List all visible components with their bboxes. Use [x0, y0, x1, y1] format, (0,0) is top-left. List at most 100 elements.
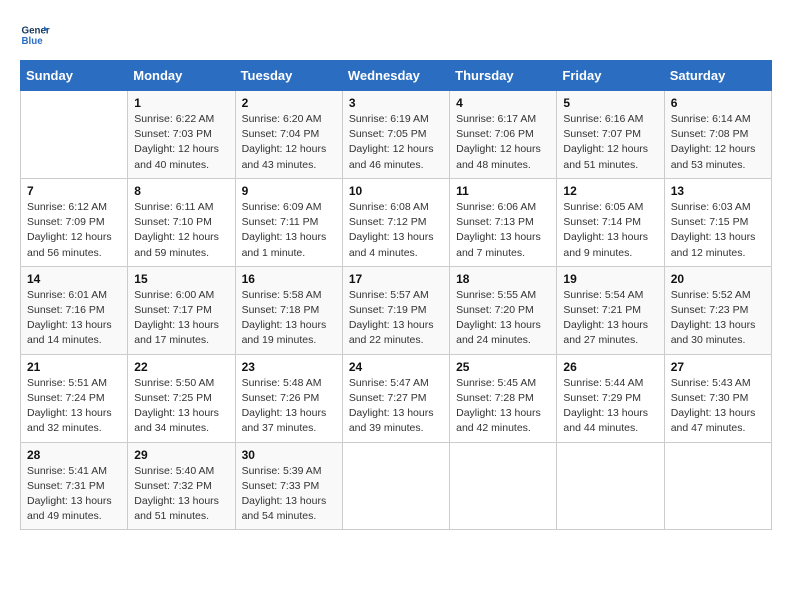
day-number: 5 [563, 96, 657, 110]
day-detail: Sunrise: 5:40 AM Sunset: 7:32 PM Dayligh… [134, 464, 228, 525]
day-detail: Sunrise: 6:22 AM Sunset: 7:03 PM Dayligh… [134, 112, 228, 173]
calendar-cell: 12Sunrise: 6:05 AM Sunset: 7:14 PM Dayli… [557, 178, 664, 266]
day-number: 17 [349, 272, 443, 286]
calendar-cell: 8 Sunrise: 6:11 AM Sunset: 7:10 PM Daylig… [128, 178, 235, 266]
day-number: 28 [27, 448, 121, 462]
calendar-cell: 7 Sunrise: 6:12 AM Sunset: 7:09 PM Daylig… [21, 178, 128, 266]
day-number: 19 [563, 272, 657, 286]
calendar-cell: 2 Sunrise: 6:20 AM Sunset: 7:04 PM Daylig… [235, 91, 342, 179]
day-number: 27 [671, 360, 765, 374]
day-number: 7 [27, 184, 121, 198]
day-detail: Sunrise: 5:48 AM Sunset: 7:26 PM Dayligh… [242, 376, 336, 437]
calendar-cell: 17 Sunrise: 5:57 AM Sunset: 7:19 PM Dayli… [342, 266, 449, 354]
day-number: 18 [456, 272, 550, 286]
calendar-cell: 15 Sunrise: 6:00 AM Sunset: 7:17 PM Dayli… [128, 266, 235, 354]
day-number: 25 [456, 360, 550, 374]
day-number: 16 [242, 272, 336, 286]
calendar-cell: 9 Sunrise: 6:09 AM Sunset: 7:11 PM Daylig… [235, 178, 342, 266]
day-number: 24 [349, 360, 443, 374]
day-number: 9 [242, 184, 336, 198]
weekday-header-tuesday: Tuesday [235, 61, 342, 91]
day-detail: Sunrise: 5:47 AM Sunset: 7:27 PM Dayligh… [349, 376, 443, 437]
calendar-cell: 13 Sunrise: 6:03 AM Sunset: 7:15 PM Dayli… [664, 178, 771, 266]
day-detail: Sunrise: 5:45 AM Sunset: 7:28 PM Dayligh… [456, 376, 550, 437]
calendar-cell: 24 Sunrise: 5:47 AM Sunset: 7:27 PM Dayli… [342, 354, 449, 442]
day-number: 1 [134, 96, 228, 110]
calendar-cell: 14 Sunrise: 6:01 AM Sunset: 7:16 PM Dayli… [21, 266, 128, 354]
calendar-cell: 1 Sunrise: 6:22 AM Sunset: 7:03 PM Daylig… [128, 91, 235, 179]
day-detail: Sunrise: 5:43 AM Sunset: 7:30 PM Dayligh… [671, 376, 765, 437]
day-detail: Sunrise: 5:54 AM Sunset: 7:21 PM Dayligh… [563, 288, 657, 349]
day-number: 13 [671, 184, 765, 198]
day-detail: Sunrise: 6:16 AM Sunset: 7:07 PM Dayligh… [563, 112, 657, 173]
day-detail: Sunrise: 5:51 AM Sunset: 7:24 PM Dayligh… [27, 376, 121, 437]
day-number: 2 [242, 96, 336, 110]
day-detail: Sunrise: 6:17 AM Sunset: 7:06 PM Dayligh… [456, 112, 550, 173]
logo-icon: General Blue [20, 20, 50, 50]
day-detail: Sunrise: 6:12 AM Sunset: 7:09 PM Dayligh… [27, 200, 121, 261]
day-number: 20 [671, 272, 765, 286]
day-detail: Sunrise: 5:41 AM Sunset: 7:31 PM Dayligh… [27, 464, 121, 525]
calendar-cell: 10 Sunrise: 6:08 AM Sunset: 7:12 PM Dayli… [342, 178, 449, 266]
day-detail: Sunrise: 6:14 AM Sunset: 7:08 PM Dayligh… [671, 112, 765, 173]
day-number: 10 [349, 184, 443, 198]
calendar-cell: 5 Sunrise: 6:16 AM Sunset: 7:07 PM Daylig… [557, 91, 664, 179]
calendar-cell [450, 442, 557, 530]
weekday-header-wednesday: Wednesday [342, 61, 449, 91]
calendar-cell: 19 Sunrise: 5:54 AM Sunset: 7:21 PM Dayli… [557, 266, 664, 354]
weekday-header-sunday: Sunday [21, 61, 128, 91]
weekday-header-thursday: Thursday [450, 61, 557, 91]
day-number: 6 [671, 96, 765, 110]
day-number: 4 [456, 96, 550, 110]
day-number: 23 [242, 360, 336, 374]
calendar-cell: 26Sunrise: 5:44 AM Sunset: 7:29 PM Dayli… [557, 354, 664, 442]
calendar-table: SundayMondayTuesdayWednesdayThursdayFrid… [20, 60, 772, 530]
day-detail: Sunrise: 6:00 AM Sunset: 7:17 PM Dayligh… [134, 288, 228, 349]
day-detail: Sunrise: 5:50 AM Sunset: 7:25 PM Dayligh… [134, 376, 228, 437]
calendar-cell [557, 442, 664, 530]
day-number: 30 [242, 448, 336, 462]
calendar-cell: 4 Sunrise: 6:17 AM Sunset: 7:06 PM Daylig… [450, 91, 557, 179]
day-detail: Sunrise: 6:09 AM Sunset: 7:11 PM Dayligh… [242, 200, 336, 261]
day-number: 22 [134, 360, 228, 374]
day-number: 14 [27, 272, 121, 286]
day-number: 21 [27, 360, 121, 374]
weekday-header-saturday: Saturday [664, 61, 771, 91]
calendar-cell: 22 Sunrise: 5:50 AM Sunset: 7:25 PM Dayli… [128, 354, 235, 442]
calendar-cell: 28 Sunrise: 5:41 AM Sunset: 7:31 PM Dayli… [21, 442, 128, 530]
day-detail: Sunrise: 5:52 AM Sunset: 7:23 PM Dayligh… [671, 288, 765, 349]
calendar-cell: 3Sunrise: 6:19 AM Sunset: 7:05 PM Daylig… [342, 91, 449, 179]
calendar-cell: 27 Sunrise: 5:43 AM Sunset: 7:30 PM Dayli… [664, 354, 771, 442]
day-number: 15 [134, 272, 228, 286]
calendar-cell: 20 Sunrise: 5:52 AM Sunset: 7:23 PM Dayli… [664, 266, 771, 354]
day-detail: Sunrise: 6:08 AM Sunset: 7:12 PM Dayligh… [349, 200, 443, 261]
svg-text:General: General [22, 26, 51, 37]
calendar-cell [342, 442, 449, 530]
calendar-cell: 30Sunrise: 5:39 AM Sunset: 7:33 PM Dayli… [235, 442, 342, 530]
day-number: 26 [563, 360, 657, 374]
calendar-cell [21, 91, 128, 179]
logo: General Blue [20, 20, 50, 50]
calendar-cell: 6 Sunrise: 6:14 AM Sunset: 7:08 PM Daylig… [664, 91, 771, 179]
svg-text:Blue: Blue [22, 36, 44, 47]
calendar-cell: 23 Sunrise: 5:48 AM Sunset: 7:26 PM Dayli… [235, 354, 342, 442]
weekday-header-monday: Monday [128, 61, 235, 91]
day-detail: Sunrise: 5:58 AM Sunset: 7:18 PM Dayligh… [242, 288, 336, 349]
day-detail: Sunrise: 6:11 AM Sunset: 7:10 PM Dayligh… [134, 200, 228, 261]
day-number: 8 [134, 184, 228, 198]
calendar-cell [664, 442, 771, 530]
day-number: 11 [456, 184, 550, 198]
day-detail: Sunrise: 6:03 AM Sunset: 7:15 PM Dayligh… [671, 200, 765, 261]
day-detail: Sunrise: 6:20 AM Sunset: 7:04 PM Dayligh… [242, 112, 336, 173]
page-header: General Blue [20, 20, 772, 50]
calendar-cell: 29Sunrise: 5:40 AM Sunset: 7:32 PM Dayli… [128, 442, 235, 530]
day-detail: Sunrise: 6:01 AM Sunset: 7:16 PM Dayligh… [27, 288, 121, 349]
day-detail: Sunrise: 6:19 AM Sunset: 7:05 PM Dayligh… [349, 112, 443, 173]
day-detail: Sunrise: 6:06 AM Sunset: 7:13 PM Dayligh… [456, 200, 550, 261]
day-detail: Sunrise: 6:05 AM Sunset: 7:14 PM Dayligh… [563, 200, 657, 261]
day-detail: Sunrise: 5:57 AM Sunset: 7:19 PM Dayligh… [349, 288, 443, 349]
calendar-cell: 11 Sunrise: 6:06 AM Sunset: 7:13 PM Dayli… [450, 178, 557, 266]
weekday-header-friday: Friday [557, 61, 664, 91]
calendar-cell: 21 Sunrise: 5:51 AM Sunset: 7:24 PM Dayli… [21, 354, 128, 442]
calendar-cell: 18Sunrise: 5:55 AM Sunset: 7:20 PM Dayli… [450, 266, 557, 354]
